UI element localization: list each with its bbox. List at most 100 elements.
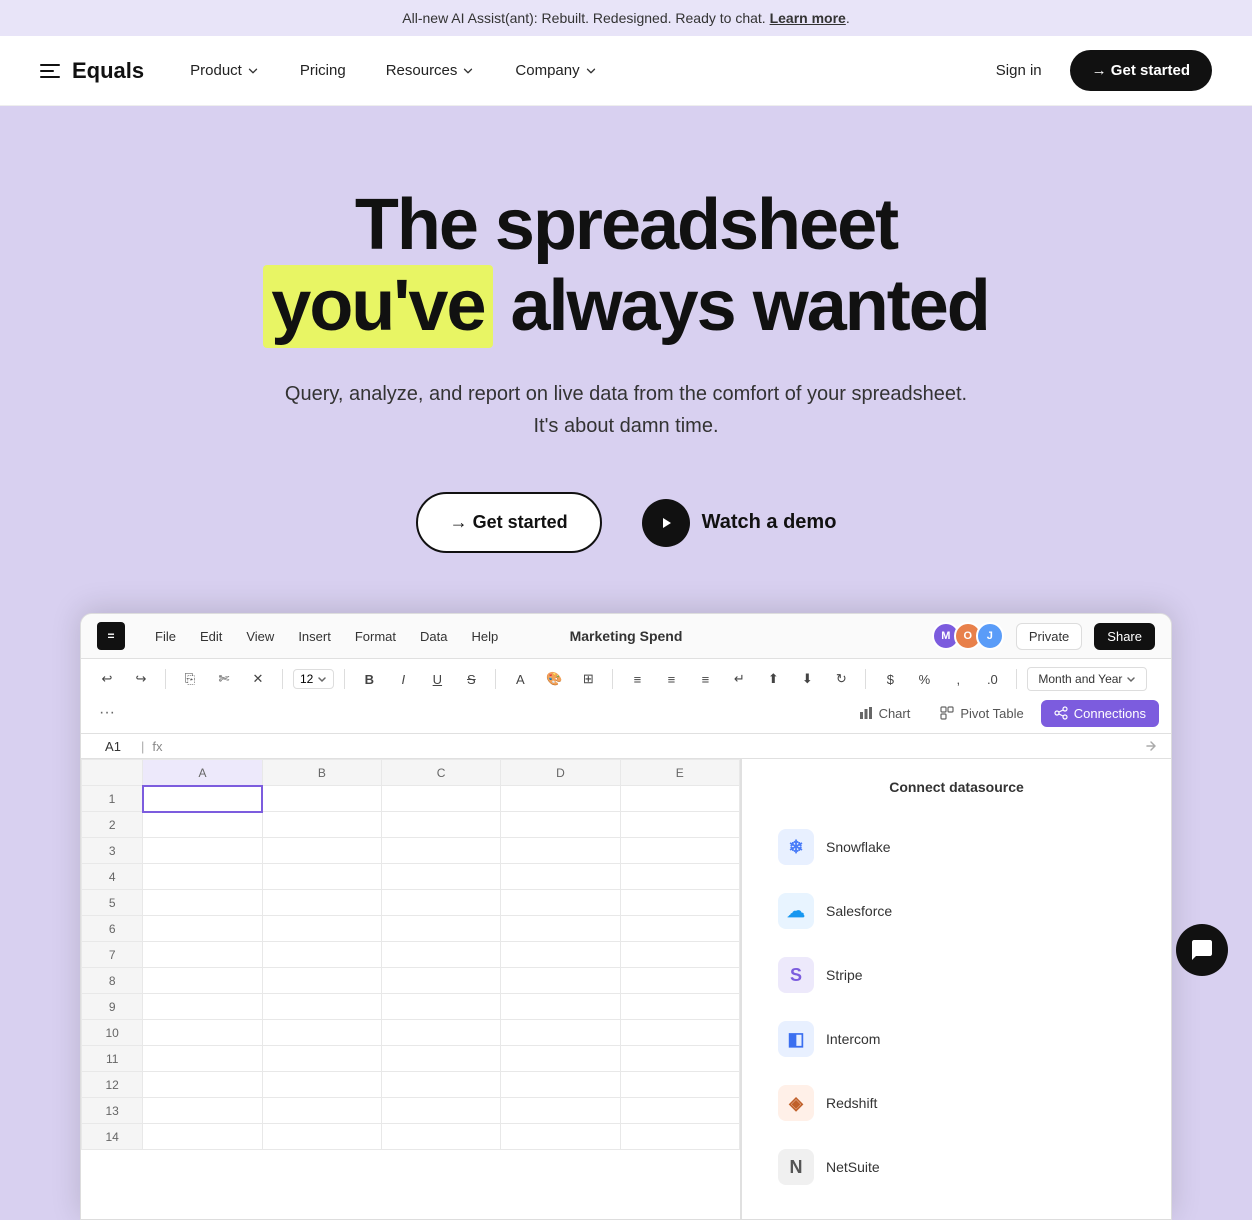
nav-pricing[interactable]: Pricing bbox=[284, 54, 362, 87]
grid-cell[interactable] bbox=[143, 994, 262, 1020]
strikethrough-button[interactable]: S bbox=[457, 665, 485, 693]
valign-bottom-button[interactable]: ⬇ bbox=[793, 665, 821, 693]
grid-cell[interactable] bbox=[501, 1046, 620, 1072]
grid-cell[interactable] bbox=[262, 1098, 381, 1124]
bold-button[interactable]: B bbox=[355, 665, 383, 693]
col-header-a[interactable]: A bbox=[143, 760, 262, 786]
logo[interactable]: Equals bbox=[40, 58, 144, 84]
grid-cell[interactable] bbox=[143, 916, 262, 942]
align-center-button[interactable]: ≡ bbox=[657, 665, 685, 693]
grid-cell[interactable] bbox=[620, 916, 739, 942]
borders-button[interactable]: ⊞ bbox=[574, 665, 602, 693]
announcement-link[interactable]: Learn more bbox=[770, 10, 846, 26]
grid-cell[interactable] bbox=[620, 1124, 739, 1150]
spreadsheet-grid[interactable]: A B C D E 1234567891011121314 bbox=[81, 759, 741, 1219]
grid-cell[interactable] bbox=[143, 786, 262, 812]
grid-cell[interactable] bbox=[620, 1098, 739, 1124]
menu-edit[interactable]: Edit bbox=[190, 625, 232, 648]
grid-cell[interactable] bbox=[262, 916, 381, 942]
grid-cell[interactable] bbox=[262, 942, 381, 968]
nav-get-started-button[interactable]: → Get started bbox=[1070, 50, 1212, 91]
grid-cell[interactable] bbox=[501, 968, 620, 994]
grid-cell[interactable] bbox=[381, 838, 500, 864]
share-button[interactable]: Share bbox=[1094, 623, 1155, 650]
redo-button[interactable]: ↪ bbox=[127, 665, 155, 693]
grid-cell[interactable] bbox=[501, 1020, 620, 1046]
grid-cell[interactable] bbox=[620, 942, 739, 968]
grid-cell[interactable] bbox=[501, 786, 620, 812]
date-format-dropdown[interactable]: Month and Year bbox=[1027, 667, 1147, 691]
col-header-d[interactable]: D bbox=[501, 760, 620, 786]
grid-cell[interactable] bbox=[262, 1124, 381, 1150]
font-size-selector[interactable]: 12 bbox=[293, 669, 334, 689]
chart-tab[interactable]: Chart bbox=[846, 700, 924, 727]
decrease-decimal-button[interactable]: .0 bbox=[978, 665, 1006, 693]
percent-button[interactable]: % bbox=[910, 665, 938, 693]
connections-tab[interactable]: Connections bbox=[1041, 700, 1159, 727]
grid-cell[interactable] bbox=[381, 1098, 500, 1124]
grid-cell[interactable] bbox=[381, 994, 500, 1020]
menu-file[interactable]: File bbox=[145, 625, 186, 648]
datasource-item[interactable]: ☁Salesforce bbox=[762, 879, 1151, 943]
rotate-button[interactable]: ↻ bbox=[827, 665, 855, 693]
grid-cell[interactable] bbox=[381, 1072, 500, 1098]
watch-demo-link[interactable]: Watch a demo bbox=[642, 499, 837, 547]
grid-cell[interactable] bbox=[620, 786, 739, 812]
grid-cell[interactable] bbox=[620, 1020, 739, 1046]
hero-get-started-button[interactable]: → Get started bbox=[416, 492, 602, 553]
grid-cell[interactable] bbox=[381, 890, 500, 916]
fill-color-button[interactable]: 🎨 bbox=[540, 665, 568, 693]
nav-company[interactable]: Company bbox=[499, 54, 613, 87]
grid-cell[interactable] bbox=[262, 1046, 381, 1072]
grid-cell[interactable] bbox=[143, 942, 262, 968]
menu-view[interactable]: View bbox=[236, 625, 284, 648]
align-right-button[interactable]: ≡ bbox=[691, 665, 719, 693]
grid-cell[interactable] bbox=[143, 1098, 262, 1124]
grid-cell[interactable] bbox=[620, 864, 739, 890]
datasource-item[interactable]: ❄Snowflake bbox=[762, 815, 1151, 879]
grid-cell[interactable] bbox=[143, 968, 262, 994]
grid-cell[interactable] bbox=[381, 864, 500, 890]
nav-resources[interactable]: Resources bbox=[370, 54, 492, 87]
grid-cell[interactable] bbox=[381, 1020, 500, 1046]
grid-cell[interactable] bbox=[620, 838, 739, 864]
valign-top-button[interactable]: ⬆ bbox=[759, 665, 787, 693]
grid-cell[interactable] bbox=[620, 968, 739, 994]
col-header-e[interactable]: E bbox=[620, 760, 739, 786]
more-options-button[interactable]: ··· bbox=[93, 699, 121, 727]
grid-cell[interactable] bbox=[262, 890, 381, 916]
grid-cell[interactable] bbox=[381, 786, 500, 812]
grid-cell[interactable] bbox=[501, 890, 620, 916]
grid-cell[interactable] bbox=[501, 812, 620, 838]
menu-help[interactable]: Help bbox=[461, 625, 508, 648]
grid-cell[interactable] bbox=[143, 812, 262, 838]
grid-cell[interactable] bbox=[381, 942, 500, 968]
nav-product[interactable]: Product bbox=[174, 54, 276, 87]
italic-button[interactable]: I bbox=[389, 665, 417, 693]
comma-button[interactable]: , bbox=[944, 665, 972, 693]
align-left-button[interactable]: ≡ bbox=[623, 665, 651, 693]
grid-cell[interactable] bbox=[143, 1124, 262, 1150]
cut-button[interactable]: ✄ bbox=[210, 665, 238, 693]
grid-cell[interactable] bbox=[381, 916, 500, 942]
col-header-c[interactable]: C bbox=[381, 760, 500, 786]
grid-cell[interactable] bbox=[620, 1072, 739, 1098]
text-color-button[interactable]: A bbox=[506, 665, 534, 693]
grid-cell[interactable] bbox=[262, 968, 381, 994]
grid-cell[interactable] bbox=[501, 838, 620, 864]
grid-cell[interactable] bbox=[262, 864, 381, 890]
grid-cell[interactable] bbox=[501, 1072, 620, 1098]
currency-button[interactable]: $ bbox=[876, 665, 904, 693]
grid-cell[interactable] bbox=[262, 1020, 381, 1046]
datasource-item[interactable]: ◧Intercom bbox=[762, 1007, 1151, 1071]
grid-cell[interactable] bbox=[143, 890, 262, 916]
datasource-item[interactable]: ◈Redshift bbox=[762, 1071, 1151, 1135]
grid-cell[interactable] bbox=[262, 812, 381, 838]
undo-button[interactable]: ↩ bbox=[93, 665, 121, 693]
grid-cell[interactable] bbox=[620, 812, 739, 838]
grid-cell[interactable] bbox=[381, 1046, 500, 1072]
datasource-item[interactable]: NNetSuite bbox=[762, 1135, 1151, 1199]
copy-button[interactable]: ⎘ bbox=[176, 665, 204, 693]
grid-cell[interactable] bbox=[620, 994, 739, 1020]
grid-cell[interactable] bbox=[381, 812, 500, 838]
